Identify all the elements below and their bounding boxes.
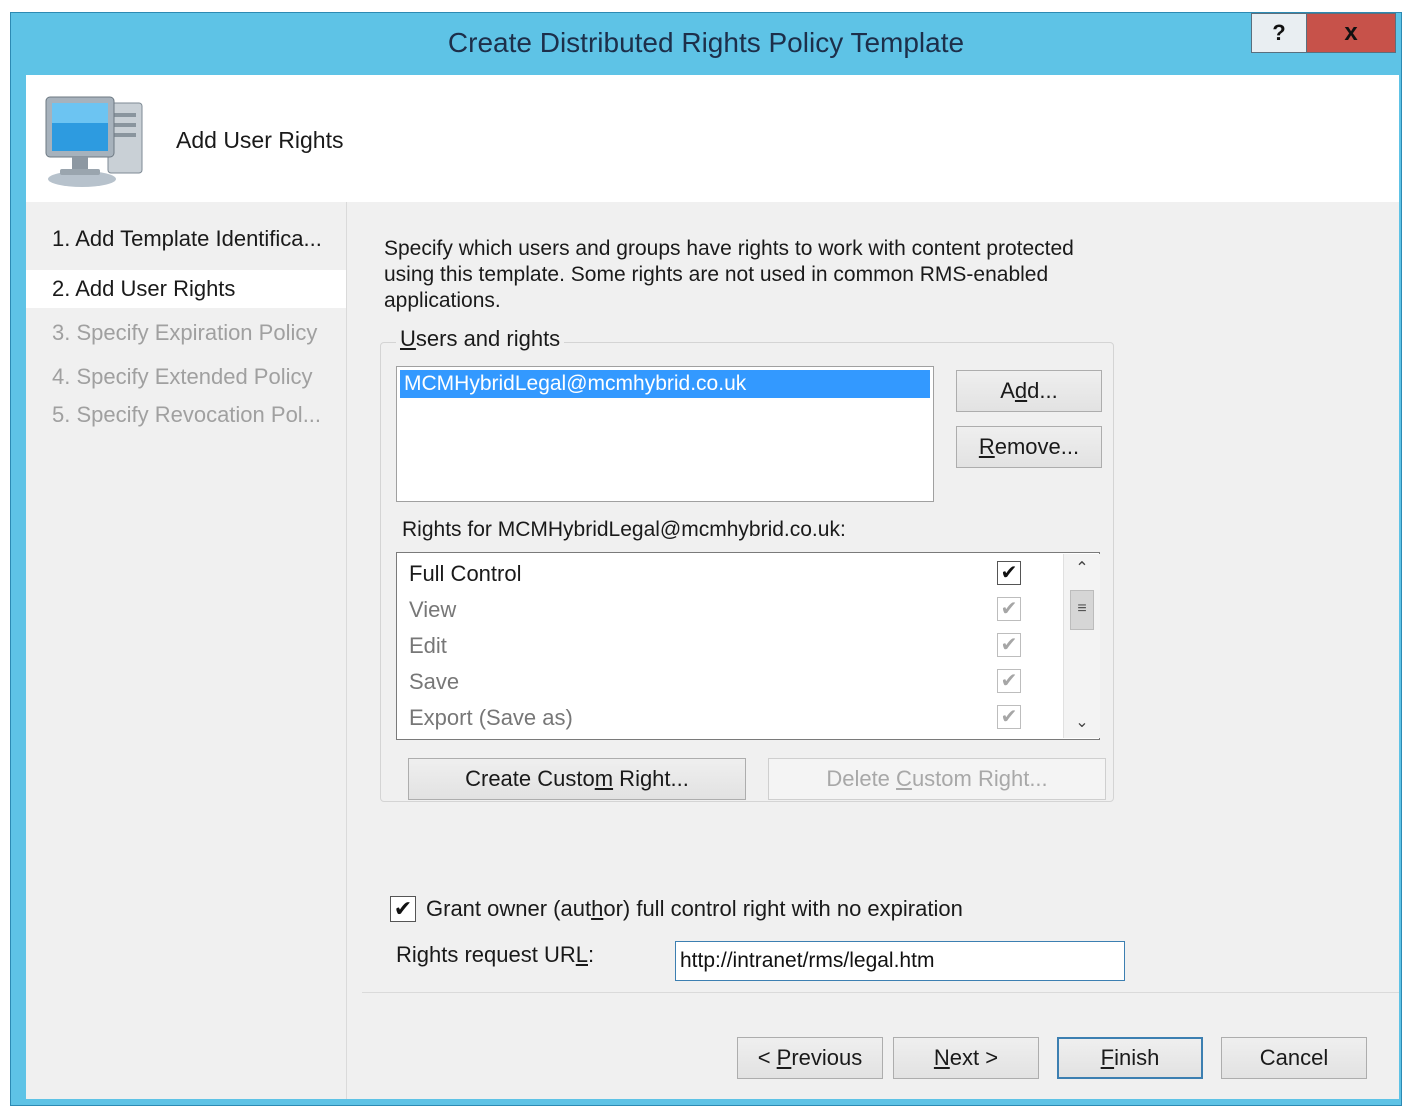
computer-icon xyxy=(45,96,143,187)
footer-separator xyxy=(362,992,1399,993)
finish-button[interactable]: Finish xyxy=(1057,1037,1203,1079)
rights-request-url-label: Rights request URL: xyxy=(396,942,595,967)
right-name: Full Control xyxy=(409,561,522,586)
grant-owner-checkbox[interactable]: ✔ xyxy=(390,896,416,922)
right-name: Edit xyxy=(409,633,447,658)
scroll-thumb[interactable]: ≡ xyxy=(1070,590,1094,630)
header-title: Add User Rights xyxy=(176,127,344,153)
cancel-button[interactable]: Cancel xyxy=(1221,1037,1367,1079)
right-checkbox[interactable]: ✔ xyxy=(997,705,1021,729)
add-user-button[interactable]: Add... xyxy=(956,370,1102,412)
nav-step-1[interactable]: 1. Add Template Identifica... xyxy=(26,220,346,258)
right-row-save[interactable]: Save ✔ xyxy=(397,663,1057,699)
previous-button[interactable]: < Previous xyxy=(737,1037,883,1079)
right-row-export[interactable]: Export (Save as) ✔ xyxy=(397,699,1057,735)
wizard-steps-nav: 1. Add Template Identifica... 2. Add Use… xyxy=(26,202,347,1099)
users-list[interactable]: MCMHybridLegal@mcmhybrid.co.uk xyxy=(396,366,934,502)
title-bar[interactable]: Create Distributed Rights Policy Templat… xyxy=(11,13,1401,75)
right-name: Export (Save as) xyxy=(409,705,573,730)
right-row-full-control[interactable]: Full Control ✔ xyxy=(397,555,1057,591)
right-checkbox[interactable]: ✔ xyxy=(997,669,1021,693)
rights-request-url-input[interactable] xyxy=(675,941,1125,981)
right-checkbox[interactable]: ✔ xyxy=(997,597,1021,621)
wizard-header: Add User Rights xyxy=(26,75,1399,202)
scroll-down-icon[interactable]: ⌄ xyxy=(1064,708,1100,738)
nav-step-3: 3. Specify Expiration Policy xyxy=(52,320,318,345)
right-name: View xyxy=(409,597,457,622)
rights-scrollbar[interactable]: ⌃ ≡ ⌄ xyxy=(1063,554,1100,738)
nav-step-2[interactable]: 2. Add User Rights xyxy=(26,270,346,308)
remove-user-button[interactable]: Remove... xyxy=(956,426,1102,468)
help-button[interactable]: ? xyxy=(1251,13,1307,53)
window-title: Create Distributed Rights Policy Templat… xyxy=(447,27,965,58)
next-button[interactable]: Next > xyxy=(893,1037,1039,1079)
close-button[interactable]: x xyxy=(1306,13,1396,53)
right-checkbox[interactable]: ✔ xyxy=(997,633,1021,657)
nav-step-5: 5. Specify Revocation Pol... xyxy=(52,402,322,427)
right-checkbox[interactable]: ✔ xyxy=(997,561,1021,585)
right-name: Save xyxy=(409,669,460,694)
dialog-client-area: Add User Rights 1. Add Template Identifi… xyxy=(26,75,1399,1099)
delete-custom-right-button: Delete Custom Right... xyxy=(768,758,1106,800)
grant-owner-label[interactable]: Grant owner (author) full control right … xyxy=(426,896,963,922)
step-description: Specify which users and groups have righ… xyxy=(384,237,1074,312)
dialog-window: Create Distributed Rights Policy Templat… xyxy=(10,12,1402,1106)
step-content: Specify which users and groups have righ… xyxy=(362,202,1399,992)
rights-list[interactable]: Full Control ✔ View ✔ Edit ✔ Save ✔ Expo… xyxy=(396,552,1100,740)
scroll-up-icon[interactable]: ⌃ xyxy=(1064,554,1100,584)
right-row-edit[interactable]: Edit ✔ xyxy=(397,627,1057,663)
nav-step-4: 4. Specify Extended Policy xyxy=(52,364,313,389)
users-and-rights-label: Users and rights xyxy=(396,326,565,352)
user-list-item[interactable]: MCMHybridLegal@mcmhybrid.co.uk xyxy=(400,370,930,398)
rights-for-label: Rights for MCMHybridLegal@mcmhybrid.co.u… xyxy=(402,518,846,541)
create-custom-right-button[interactable]: Create Custom Right... xyxy=(408,758,746,800)
right-row-view[interactable]: View ✔ xyxy=(397,591,1057,627)
